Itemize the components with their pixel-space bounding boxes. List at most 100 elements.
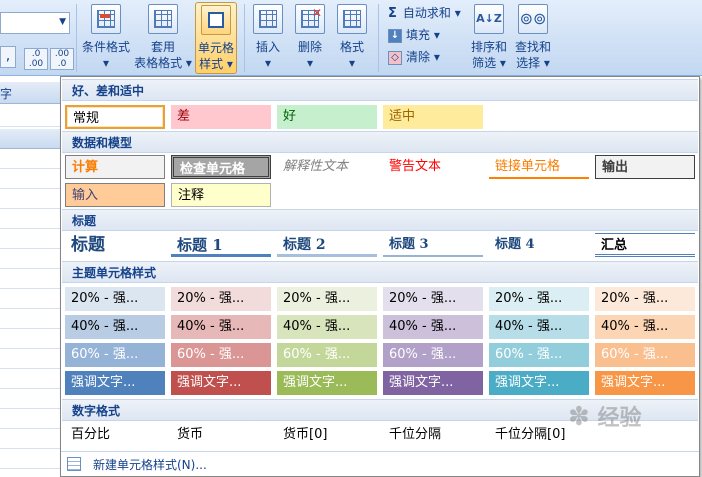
sheet-row[interactable] — [0, 169, 60, 189]
fill-label: 填充 ▾ — [406, 28, 440, 42]
style-accent2[interactable]: 强调文字... — [171, 371, 271, 395]
fill-button[interactable]: ↓ 填充 ▾ — [388, 25, 440, 45]
paw-icon: ✽ — [568, 402, 590, 432]
style-40-accent6[interactable]: 40% - 强... — [595, 315, 695, 339]
sheet-row[interactable] — [0, 349, 60, 369]
binoculars-icon: ⊚⊚ — [518, 4, 548, 34]
style-60-accent1[interactable]: 60% - 强... — [65, 343, 165, 367]
style-60-accent4[interactable]: 60% - 强... — [383, 343, 483, 367]
column-header[interactable] — [0, 129, 60, 149]
style-40-accent1[interactable]: 40% - 强... — [65, 315, 165, 339]
style-currency[interactable]: 货币 — [171, 423, 271, 447]
style-input[interactable]: 输入 — [65, 183, 165, 207]
style-20-accent6[interactable]: 20% - 强... — [595, 287, 695, 311]
conditional-format-icon — [91, 4, 121, 34]
grid-icon — [154, 10, 172, 28]
format-as-table-button[interactable]: 套用 表格格式 ▾ — [134, 4, 192, 71]
insert-button[interactable]: 插入 ▾ — [250, 4, 286, 71]
font-dropdown[interactable]: ▼ — [0, 12, 70, 34]
style-accent3[interactable]: 强调文字... — [277, 371, 377, 395]
style-explanatory-text[interactable]: 解释性文本 — [277, 155, 377, 179]
style-40-accent3[interactable]: 40% - 强... — [277, 315, 377, 339]
sort-filter-icon: A↓Z — [474, 4, 504, 34]
style-good[interactable]: 好 — [277, 105, 377, 129]
formula-bar-area: 字 — [0, 82, 60, 104]
style-60-accent6[interactable]: 60% - 强... — [595, 343, 695, 367]
sheet-row[interactable] — [0, 409, 60, 429]
style-check-cell[interactable]: 检查单元格 — [171, 155, 271, 179]
conditional-format-label: 条件格式 — [81, 40, 130, 54]
sheet-row[interactable] — [0, 289, 60, 309]
style-currency-0[interactable]: 货币[0] — [277, 423, 377, 447]
delete-cells-icon: ✕ — [295, 4, 325, 34]
cell-styles-button[interactable]: 单元格 样式 ▾ — [195, 2, 237, 74]
style-60-accent3[interactable]: 60% - 强... — [277, 343, 377, 367]
style-20-accent5[interactable]: 20% - 强... — [489, 287, 589, 311]
clear-button[interactable]: ◇ 清除 ▾ — [388, 47, 440, 67]
style-comma[interactable]: 千位分隔 — [383, 423, 483, 447]
style-40-accent5[interactable]: 40% - 强... — [489, 315, 589, 339]
style-bad[interactable]: 差 — [171, 105, 271, 129]
decrease-decimal-button[interactable]: .00 .0 — [50, 48, 74, 70]
delete-button[interactable]: ✕ 删除 ▾ — [292, 4, 328, 71]
sheet-row[interactable] — [0, 209, 60, 229]
section-data-and-model: 数据和模型 — [62, 131, 698, 153]
sheet-row[interactable] — [0, 249, 60, 269]
sheet-row[interactable] — [0, 389, 60, 409]
style-heading-4[interactable]: 标题 4 — [489, 233, 589, 257]
style-title[interactable]: 标题 — [65, 233, 165, 257]
sheet-row[interactable] — [0, 429, 60, 449]
style-calculation[interactable]: 计算 — [65, 155, 165, 179]
format-button[interactable]: 格式 ▾ — [334, 4, 370, 71]
sheet-row[interactable] — [0, 149, 60, 169]
style-note[interactable]: 注释 — [171, 183, 271, 207]
style-20-accent3[interactable]: 20% - 强... — [277, 287, 377, 311]
style-output[interactable]: 输出 — [595, 155, 695, 179]
format-as-table-label: 套用 — [150, 40, 175, 54]
format-sub: ▾ — [348, 56, 356, 70]
comma-style-button[interactable]: , — [0, 46, 16, 68]
new-cell-style-label: 新建单元格样式(N)... — [93, 458, 207, 472]
grid-icon — [259, 10, 277, 28]
style-20-accent4[interactable]: 20% - 强... — [383, 287, 483, 311]
style-60-accent5[interactable]: 60% - 强... — [489, 343, 589, 367]
sheet-row[interactable] — [0, 269, 60, 289]
sheet-row[interactable] — [0, 309, 60, 329]
chevron-down-icon: ▼ — [59, 17, 66, 27]
sheet-row[interactable] — [0, 107, 60, 127]
find-select-button[interactable]: ⊚⊚ 查找和 选择 ▾ — [512, 4, 554, 71]
sheet-row[interactable] — [0, 329, 60, 349]
sheet-row[interactable] — [0, 189, 60, 209]
style-accent6[interactable]: 强调文字... — [595, 371, 695, 395]
style-accent5[interactable]: 强调文字... — [489, 371, 589, 395]
sheet-row[interactable] — [0, 369, 60, 389]
style-heading-2[interactable]: 标题 2 — [277, 233, 377, 257]
autosum-button[interactable]: Σ 自动求和 ▾ — [388, 3, 461, 23]
style-heading-1[interactable]: 标题 1 — [171, 233, 271, 257]
sort-filter-button[interactable]: A↓Z 排序和 筛选 ▾ — [468, 4, 510, 71]
format-cells-icon — [337, 4, 367, 34]
ribbon: ▼ , .0 .00 .00 .0 条件格式 ▾ 套用 表格格式 ▾ 单元格 样… — [0, 0, 702, 76]
style-neutral[interactable]: 适中 — [383, 105, 483, 129]
style-accent1[interactable]: 强调文字... — [65, 371, 165, 395]
style-20-accent2[interactable]: 20% - 强... — [171, 287, 271, 311]
style-total[interactable]: 汇总 — [595, 233, 695, 257]
conditional-format-button[interactable]: 条件格式 ▾ — [80, 4, 132, 71]
style-accent4[interactable]: 强调文字... — [383, 371, 483, 395]
style-40-accent4[interactable]: 40% - 强... — [383, 315, 483, 339]
style-60-accent2[interactable]: 60% - 强... — [171, 343, 271, 367]
sigma-icon: Σ — [388, 6, 397, 21]
conditional-format-sub: ▾ — [102, 56, 110, 70]
increase-decimal-button[interactable]: .0 .00 — [24, 48, 48, 70]
worksheet-background: 字 — [0, 77, 60, 477]
style-heading-3[interactable]: 标题 3 — [383, 233, 483, 257]
sheet-row[interactable] — [0, 449, 60, 469]
style-40-accent2[interactable]: 40% - 强... — [171, 315, 271, 339]
style-normal[interactable]: 常规 — [65, 105, 165, 129]
style-20-accent1[interactable]: 20% - 强... — [65, 287, 165, 311]
sheet-row[interactable] — [0, 229, 60, 249]
red-bar-icon — [100, 14, 110, 18]
style-warning-text[interactable]: 警告文本 — [383, 155, 483, 179]
style-linked-cell[interactable]: 链接单元格 — [489, 155, 589, 179]
style-percent[interactable]: 百分比 — [65, 423, 165, 447]
